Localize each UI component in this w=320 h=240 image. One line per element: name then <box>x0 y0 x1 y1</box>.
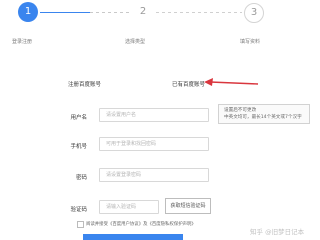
tooltip-line-1: 设置后不可更改 <box>224 108 257 113</box>
step-3-label: 填写资料 <box>240 39 261 45</box>
step-3-indicator: 3 <box>244 3 264 23</box>
step-connector-1a <box>40 12 90 13</box>
tooltip-line-2: 中英文均可，最长14个英文或7个汉字 <box>224 115 302 120</box>
phone-label: 手机号 <box>70 144 87 150</box>
step-connector-1b <box>90 12 132 13</box>
code-input[interactable]: 请输入验证码 <box>99 200 159 214</box>
username-label: 用户名 <box>70 115 87 121</box>
get-sms-code-button[interactable]: 获取短信验证码 <box>165 198 211 214</box>
code-label: 验证码 <box>70 207 87 213</box>
step-1-indicator: 1 <box>18 2 38 22</box>
step-3-number: 3 <box>250 7 258 18</box>
step-1-label: 登录注册 <box>12 39 33 45</box>
username-tooltip: 设置后不可更改 中英文均可，最长14个英文或7个汉字 <box>218 104 310 124</box>
phone-input[interactable]: 可用于登录和找回密码 <box>99 137 209 151</box>
step-2-indicator: 2 <box>134 3 152 21</box>
register-button[interactable] <box>83 234 183 240</box>
agreement-text[interactable]: 阅读并接受《百度用户协议》及《百度隐私权保护声明》 <box>86 221 196 227</box>
step-1-number: 1 <box>24 6 32 17</box>
step-2-label: 选择类型 <box>125 39 146 45</box>
agreement-checkbox[interactable] <box>77 221 84 228</box>
tab-register[interactable]: 注册百度账号 <box>68 80 101 88</box>
password-input[interactable]: 请设置登录密码 <box>99 168 209 182</box>
step-connector-2 <box>156 12 242 13</box>
watermark-text: 知乎 @旧梦日记本 <box>250 228 305 236</box>
password-label: 密码 <box>75 175 87 181</box>
step-2-number: 2 <box>139 6 147 17</box>
annotation-arrow-icon <box>204 78 259 86</box>
username-input[interactable]: 请设置用户名 <box>99 108 209 122</box>
